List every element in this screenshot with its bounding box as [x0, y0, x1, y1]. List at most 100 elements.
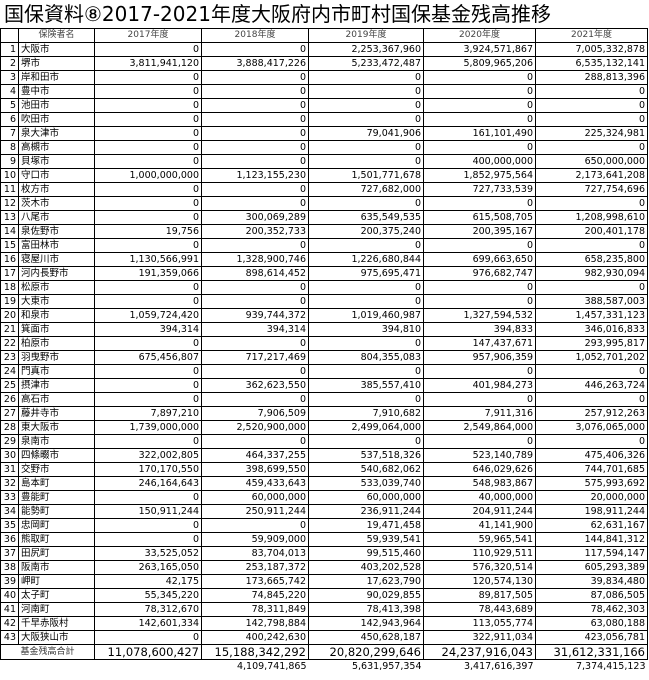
value-2019: 17,623,790: [308, 574, 424, 589]
difference-spacer: [1, 660, 95, 674]
value-2019: 403,202,528: [308, 560, 424, 575]
value-2021: 727,754,696: [535, 182, 648, 197]
value-2018: 464,337,255: [201, 448, 309, 463]
table-row: 22 柏原市 0 0 0 147,437,671 293,995,817: [0, 336, 648, 351]
value-2020: 322,911,034: [423, 630, 536, 645]
value-2020: 5,809,965,206: [423, 56, 536, 71]
total-label: 基金残高合計: [0, 644, 95, 660]
value-2021: 225,324,981: [535, 126, 648, 141]
value-2019: 804,355,083: [308, 350, 424, 365]
value-2020: 727,733,539: [423, 182, 536, 197]
value-2017: 0: [94, 518, 202, 533]
insurer-name: 阪南市: [18, 560, 95, 575]
value-2017: 1,130,566,991: [94, 252, 202, 267]
value-2017: 78,312,670: [94, 602, 202, 617]
row-number: 43: [0, 630, 19, 645]
table-row: 5 池田市 0 0 0 0 0: [0, 98, 648, 113]
value-2018: 0: [201, 84, 309, 99]
value-2021: 1,052,701,202: [535, 350, 648, 365]
value-2017: 246,164,643: [94, 476, 202, 491]
value-2018: 59,909,000: [201, 532, 309, 547]
difference-2020: 3,417,616,397: [463, 661, 534, 672]
value-2017: 150,911,244: [94, 504, 202, 519]
value-2021: 1,208,998,610: [535, 210, 648, 225]
value-2018: 173,665,742: [201, 574, 309, 589]
insurer-name: 泉南市: [18, 434, 95, 449]
value-2017: 263,165,050: [94, 560, 202, 575]
table-row: 13 八尾市 0 300,069,289 635,549,535 615,508,705 1…: [0, 210, 648, 225]
value-2018: 253,187,372: [201, 560, 309, 575]
value-2019: 0: [308, 112, 424, 127]
table-row: 38 阪南市 263,165,050 253,187,372 403,202,528 57…: [0, 560, 648, 575]
insurer-name: 箕面市: [18, 322, 95, 337]
value-2018: 398,699,550: [201, 462, 309, 477]
value-2020: 957,906,359: [423, 350, 536, 365]
table-row: 29 泉南市 0 0 0 0 0: [0, 434, 648, 449]
value-2017: 0: [94, 126, 202, 141]
value-2017: 0: [94, 630, 202, 645]
value-2019: 78,413,398: [308, 602, 424, 617]
value-2019: 79,041,906: [308, 126, 424, 141]
table-row: 1 大阪市 0 0 2,253,367,960 3,924,571,867 7,005,33…: [0, 42, 648, 57]
table-row: 33 豊能町 0 60,000,000 60,000,000 40,000,000 20,0…: [0, 490, 648, 505]
value-2018: 394,314: [201, 322, 309, 337]
value-2017: 0: [94, 84, 202, 99]
value-2021: 87,086,505: [535, 588, 648, 603]
value-2019: 1,019,460,987: [308, 308, 424, 323]
value-2020: 89,817,505: [423, 588, 536, 603]
value-2020: 7,911,316: [423, 406, 536, 421]
insurer-name: 豊能町: [18, 490, 95, 505]
value-2021: 423,056,781: [535, 630, 648, 645]
row-number: 6: [0, 112, 19, 127]
value-2019: 236,911,244: [308, 504, 424, 519]
insurer-name: 大阪狭山市: [18, 630, 95, 645]
value-2017: 0: [94, 532, 202, 547]
table-row: 43 大阪狭山市 0 400,242,630 450,628,187 322,911,03…: [0, 630, 648, 645]
row-number: 9: [0, 154, 19, 169]
table-row: 39 岬町 42,175 173,665,742 17,623,790 120,574,1…: [0, 574, 648, 589]
table-row: 12 茨木市 0 0 0 0 0: [0, 196, 648, 211]
row-number: 13: [0, 210, 19, 225]
header-2020: 2020年度: [423, 28, 536, 43]
value-2017: 394,314: [94, 322, 202, 337]
value-2020: 646,029,626: [423, 462, 536, 477]
value-2021: 117,594,147: [535, 546, 648, 561]
value-2021: 0: [535, 112, 648, 127]
value-2019: 5,233,472,487: [308, 56, 424, 71]
value-2019: 99,515,460: [308, 546, 424, 561]
value-2017: 1,000,000,000: [94, 168, 202, 183]
value-2020: 401,984,273: [423, 378, 536, 393]
value-2019: 0: [308, 98, 424, 113]
table-row: 23 羽曳野市 675,456,807 717,217,469 804,355,083 9…: [0, 350, 648, 365]
value-2020: 120,574,130: [423, 574, 536, 589]
value-2020: 1,852,975,564: [423, 168, 536, 183]
table-row: 19 大東市 0 0 0 0 388,587,003: [0, 294, 648, 309]
table-row: 11 枚方市 0 0 727,682,000 727,733,539 727,754,696: [0, 182, 648, 197]
insurer-name: 寝屋川市: [18, 252, 95, 267]
insurer-name: 東大阪市: [18, 420, 95, 435]
value-2017: 19,756: [94, 224, 202, 239]
insurer-name: 守口市: [18, 168, 95, 183]
insurer-name: 和泉市: [18, 308, 95, 323]
value-2021: 658,235,800: [535, 252, 648, 267]
value-2018: 0: [201, 42, 309, 57]
insurer-name: 藤井寺市: [18, 406, 95, 421]
table-row: 32 島本町 246,164,643 459,433,643 533,039,740 54…: [0, 476, 648, 491]
value-2017: 0: [94, 70, 202, 85]
value-2021: 2,173,641,208: [535, 168, 648, 183]
value-2017: 0: [94, 112, 202, 127]
value-2017: 0: [94, 280, 202, 295]
value-2018: 0: [201, 336, 309, 351]
row-number: 23: [0, 350, 19, 365]
row-number: 27: [0, 406, 19, 421]
header-2019: 2019年度: [308, 28, 424, 43]
value-2021: 388,587,003: [535, 294, 648, 309]
value-2018: 400,242,630: [201, 630, 309, 645]
value-2018: 939,744,372: [201, 308, 309, 323]
value-2017: 0: [94, 140, 202, 155]
value-2021: 3,076,065,000: [535, 420, 648, 435]
table-row: 16 寝屋川市 1,130,566,991 1,328,900,746 1,226,68…: [0, 252, 648, 267]
value-2018: 0: [201, 238, 309, 253]
value-2018: 300,069,289: [201, 210, 309, 225]
value-2018: 0: [201, 280, 309, 295]
